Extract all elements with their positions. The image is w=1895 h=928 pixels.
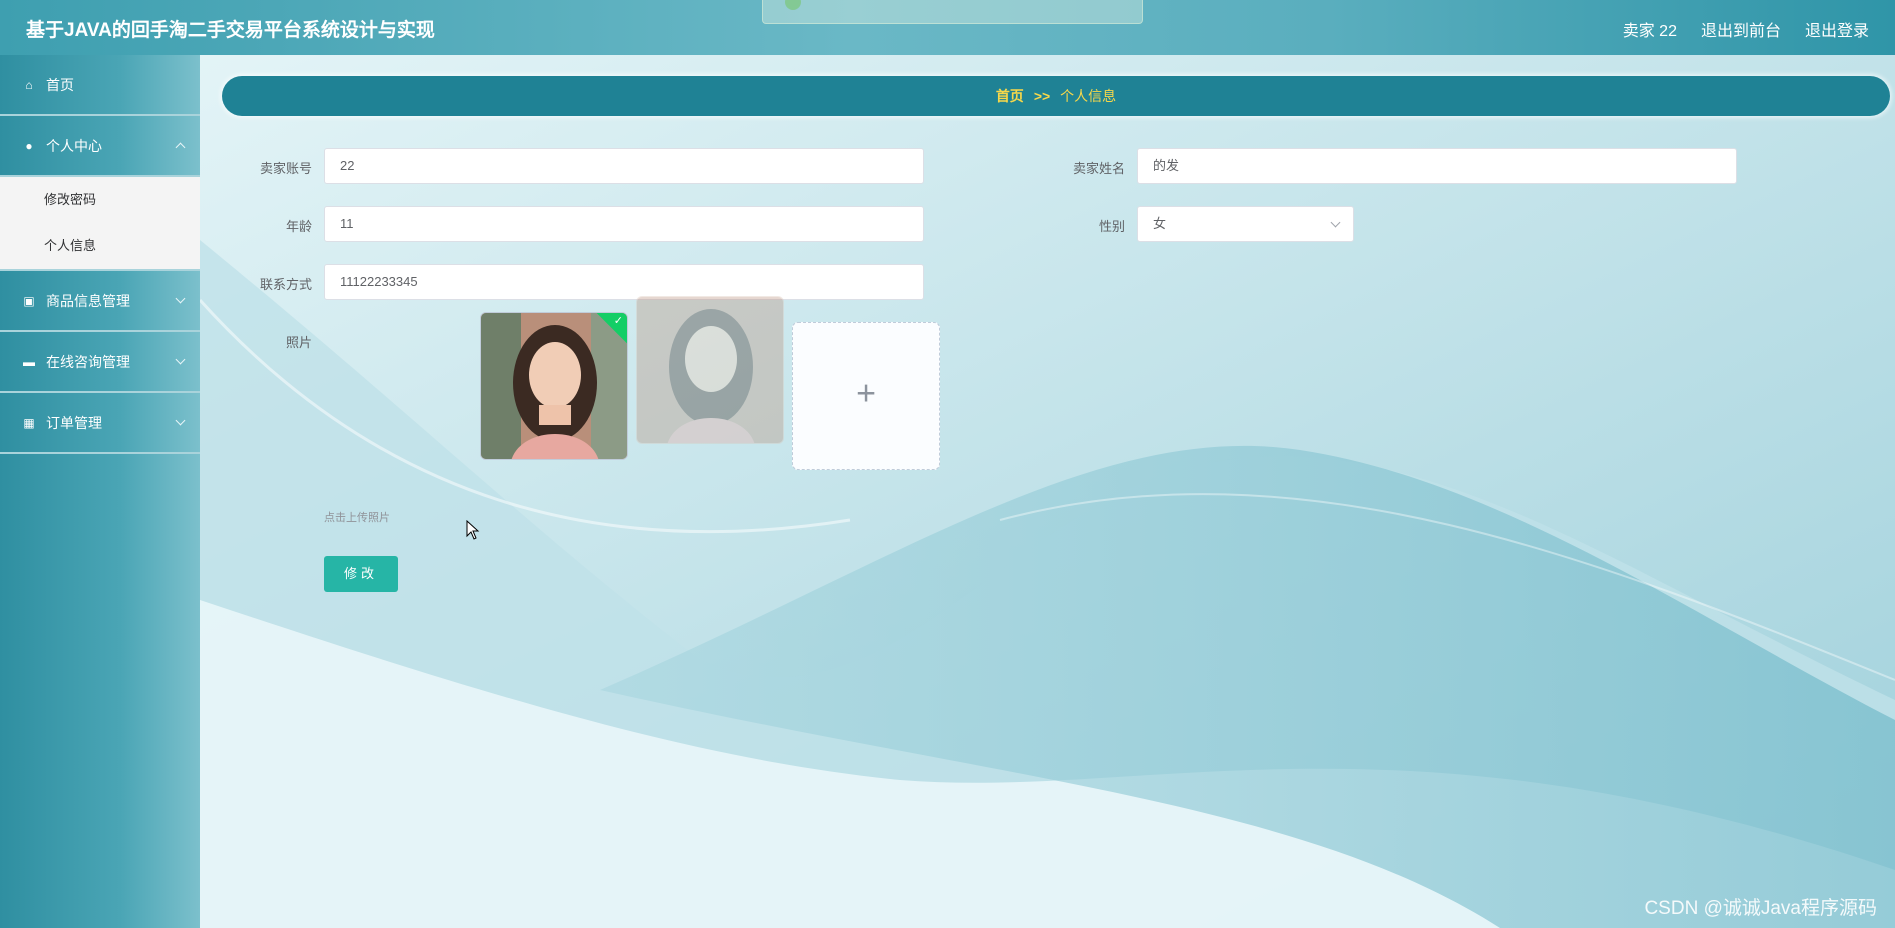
success-toast: [762, 0, 1143, 24]
background-silk: [0, 0, 1895, 928]
sidebar-item-home[interactable]: ⌂ 首页: [0, 55, 200, 116]
gender-selected-value: 女: [1153, 216, 1167, 231]
phone-label: 联系方式: [259, 277, 312, 292]
name-label: 卖家姓名: [1072, 161, 1125, 176]
submit-button[interactable]: 修改: [324, 556, 398, 592]
breadcrumb-current: 个人信息: [1060, 88, 1117, 104]
sidebar: ⌂ 首页 ● 个人中心 修改密码 个人信息 ▣ 商品信息管理 ▬ 在线咨询管理 …: [0, 55, 200, 928]
account-field[interactable]: 22: [324, 148, 924, 184]
sidebar-subitem-personal-info[interactable]: 个人信息: [0, 223, 200, 269]
sidebar-subitem-change-password[interactable]: 修改密码: [0, 177, 200, 223]
gender-label: 性别: [1098, 219, 1125, 234]
account-label: 卖家账号: [259, 161, 312, 176]
sidebar-item-goods[interactable]: ▣ 商品信息管理: [0, 271, 200, 332]
grid-icon: ▦: [23, 415, 35, 430]
gender-select[interactable]: 女: [1137, 206, 1354, 242]
phone-field[interactable]: 11122233345: [324, 264, 924, 300]
photo-label: 照片: [285, 335, 312, 350]
user-icon: ●: [25, 138, 33, 153]
upload-hint: 点击上传照片: [324, 512, 390, 524]
goods-icon: ▣: [23, 293, 35, 308]
breadcrumb: 首页 >> 个人信息: [222, 76, 1890, 116]
sidebar-item-label: 订单管理: [46, 414, 102, 431]
chevron-down-icon: [175, 293, 186, 304]
check-icon: ✓: [613, 315, 623, 327]
chevron-down-icon: [1330, 217, 1341, 228]
plus-icon: +: [856, 374, 876, 413]
submenu-personal-center: 修改密码 个人信息: [0, 177, 200, 271]
top-bar: 基于JAVA的回手淘二手交易平台系统设计与实现 卖家 22 退出到前台 退出登录: [0, 0, 1895, 55]
sidebar-item-consult[interactable]: ▬ 在线咨询管理: [0, 332, 200, 393]
watermark: CSDN @诚诚Java程序源码: [1644, 898, 1877, 919]
photo-image: [481, 313, 627, 459]
home-icon: ⌂: [25, 77, 33, 92]
photo-upload-button[interactable]: +: [792, 322, 940, 470]
sidebar-item-label: 商品信息管理: [46, 292, 130, 309]
success-icon: [785, 0, 801, 10]
sidebar-item-label: 个人中心: [46, 137, 102, 154]
sidebar-item-label: 首页: [46, 76, 74, 93]
chevron-down-icon: [175, 354, 186, 365]
breadcrumb-home[interactable]: 首页: [996, 88, 1024, 104]
chevron-up-icon: [175, 142, 186, 153]
app-title: 基于JAVA的回手淘二手交易平台系统设计与实现: [26, 20, 435, 41]
photo-image: [637, 297, 783, 443]
chevron-down-icon: [175, 415, 186, 426]
name-field[interactable]: 的发: [1137, 148, 1737, 184]
dragging-photo-preview: [636, 296, 784, 444]
sidebar-item-label: 在线咨询管理: [46, 353, 130, 370]
mouse-cursor-icon: [466, 520, 480, 540]
age-field[interactable]: 11: [324, 206, 924, 242]
uploaded-photo[interactable]: ✓: [480, 312, 628, 460]
current-user-label: 卖家 22: [1622, 23, 1677, 40]
back-to-front-link[interactable]: 退出到前台: [1701, 17, 1781, 41]
chat-icon: ▬: [23, 354, 35, 369]
logout-link[interactable]: 退出登录: [1805, 17, 1869, 41]
breadcrumb-separator: >>: [1033, 88, 1051, 104]
age-label: 年龄: [285, 219, 312, 234]
sidebar-item-orders[interactable]: ▦ 订单管理: [0, 393, 200, 454]
sidebar-item-personal-center[interactable]: ● 个人中心: [0, 116, 200, 177]
user-actions: 卖家 22 退出到前台 退出登录: [1623, 17, 1869, 41]
